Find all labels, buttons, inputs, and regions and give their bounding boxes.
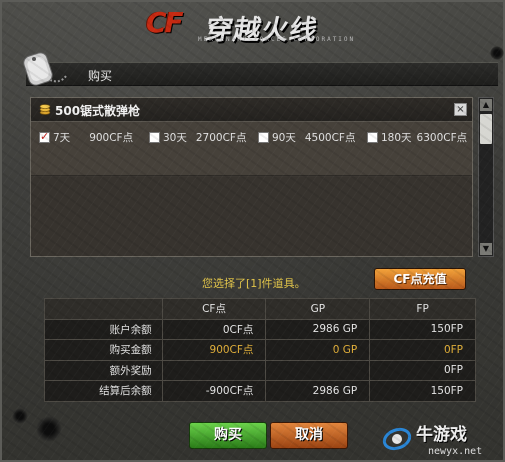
table-header: GP	[265, 298, 371, 320]
bullet-hole-decoration	[12, 408, 28, 424]
gp-value: 0 GP	[265, 339, 371, 361]
checkbox-7-days[interactable]	[39, 130, 50, 143]
item-name: 500锯式散弹枪	[55, 104, 141, 118]
option-7-days[interactable]: 7天 900CF点	[39, 130, 133, 144]
option-duration: 7天	[53, 131, 71, 144]
gp-value	[265, 359, 371, 381]
scroll-down-icon[interactable]: ▼	[480, 243, 492, 255]
item-header: 500锯式散弹枪 ×	[31, 98, 472, 122]
balance-table: CF点 GP FP 账户余额 0CF点 2986 GP 150FP 购买金额 9…	[44, 298, 476, 402]
option-price: 2700CF点	[195, 131, 247, 144]
option-180-days[interactable]: 180天 6300CF点	[367, 130, 467, 144]
option-price: 4500CF点	[304, 131, 356, 144]
checkbox-30-days[interactable]	[149, 131, 160, 143]
duration-options: 7天 900CF点 30天 2700CF点 90天 4500CF点 180天 6…	[31, 122, 472, 176]
table-row: 结算后余额 -900CF点 2986 GP 150FP	[44, 380, 476, 402]
gp-value: 2986 GP	[265, 380, 371, 402]
table-row: 额外奖励 0FP	[44, 359, 476, 381]
bullet-hole-decoration	[36, 416, 62, 442]
row-label: 购买金额	[44, 339, 163, 361]
option-price: 900CF点	[89, 131, 134, 144]
cf-value: 0CF点	[161, 318, 267, 340]
table-header-row: CF点 GP FP	[44, 298, 476, 320]
table-row: 购买金额 900CF点 0 GP 0FP	[44, 339, 476, 361]
row-label: 结算后余额	[44, 380, 163, 402]
checkbox-90-days[interactable]	[258, 131, 269, 143]
bullet-hole-decoration	[490, 46, 504, 60]
watermark-logo-icon	[382, 422, 412, 452]
fp-value: 150FP	[369, 318, 476, 340]
recharge-button[interactable]: CF点充值	[374, 268, 466, 290]
option-duration: 90天	[272, 131, 296, 144]
buy-button[interactable]: 购买	[189, 422, 267, 449]
logo-subtitle: MERCENARY FORCES CORPORATION	[198, 36, 356, 43]
table-header	[44, 298, 163, 320]
cancel-button[interactable]: 取消	[270, 422, 348, 449]
coins-icon	[39, 104, 51, 115]
scroll-thumb[interactable]	[480, 114, 492, 144]
item-panel: 500锯式散弹枪 × 7天 900CF点 30天 2700CF点 90天 450…	[30, 97, 473, 257]
fp-value: 0FP	[369, 359, 476, 381]
watermark-url: newyx.net	[428, 446, 483, 457]
game-logo: CF 穿越火线 MERCENARY FORCES CORPORATION	[142, 4, 377, 46]
option-duration: 30天	[163, 131, 187, 144]
checkbox-180-days[interactable]	[367, 131, 378, 143]
row-label: 账户余额	[44, 318, 163, 340]
close-button[interactable]: ×	[454, 103, 467, 116]
gp-value: 2986 GP	[265, 318, 371, 340]
option-price: 6300CF点	[416, 131, 468, 144]
option-30-days[interactable]: 30天 2700CF点	[149, 130, 246, 144]
fp-value: 0FP	[369, 339, 476, 361]
fp-value: 150FP	[369, 380, 476, 402]
selection-summary: 您选择了[1]件道具。	[202, 277, 306, 290]
table-row: 账户余额 0CF点 2986 GP 150FP	[44, 318, 476, 340]
logo-cf-text: CF	[146, 6, 184, 39]
dogtag-icon	[22, 50, 68, 90]
cf-value: 900CF点	[161, 339, 267, 361]
table-header: CF点	[161, 298, 267, 320]
site-watermark: 牛游戏 newyx.net	[382, 420, 502, 462]
option-90-days[interactable]: 90天 4500CF点	[258, 130, 355, 144]
item-scrollbar[interactable]: ▲ ▼	[478, 97, 494, 257]
window-title: 购买	[88, 69, 113, 83]
option-duration: 180天	[381, 131, 412, 144]
purchase-dialog: CF 穿越火线 MERCENARY FORCES CORPORATION 购买 …	[0, 0, 505, 462]
item-list-empty-area	[31, 177, 472, 256]
watermark-name: 牛游戏	[416, 425, 467, 445]
table-header: FP	[369, 298, 476, 320]
row-label: 额外奖励	[44, 359, 163, 381]
cf-value: -900CF点	[161, 380, 267, 402]
scroll-up-icon[interactable]: ▲	[480, 99, 492, 111]
cf-value	[161, 359, 267, 381]
